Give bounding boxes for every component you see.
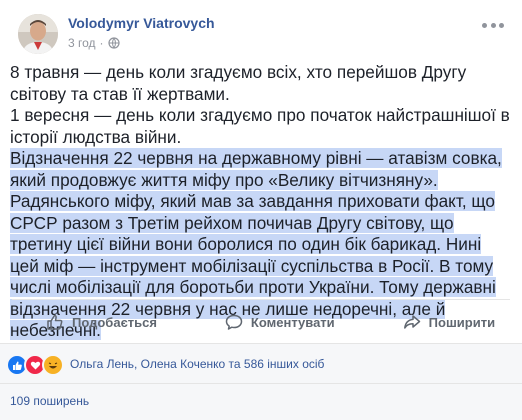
post-meta: 3 год · [68,36,120,50]
post-header: Volodymyr Viatrovych 3 год · [18,14,504,54]
post-timestamp[interactable]: 3 год [68,36,96,50]
facebook-post: Volodymyr Viatrovych 3 год · 8 травня — … [0,0,522,420]
reactions-bar: Ольга Лень, Олена Коченко та 586 інших о… [0,343,522,384]
haha-icon [42,354,64,376]
reactions-summary[interactable]: Ольга Лень, Олена Коченко та 586 інших о… [70,357,324,371]
more-options-icon[interactable] [482,18,504,32]
thumbs-up-icon [47,314,63,330]
post-paragraph-1: 8 травня — день коли згадуємо всіх, хто … [10,62,467,104]
globe-icon [107,37,120,49]
meta-dot: · [99,36,104,50]
like-label: Подобається [72,314,157,330]
share-label: Поширити [428,314,496,330]
like-button[interactable]: Подобається [12,309,191,335]
share-arrow-icon [403,315,420,329]
author-name[interactable]: Volodymyr Viatrovych [68,15,215,31]
reaction-icons[interactable] [6,354,64,376]
share-button[interactable]: Поширити [369,309,522,335]
author-avatar[interactable] [18,14,58,54]
actions-divider [12,299,510,300]
comment-icon [225,314,243,330]
comment-button[interactable]: Коментувати [191,309,369,335]
shares-bar: 109 поширень [0,383,522,420]
action-bar: Подобається Коментувати Поширити [12,307,510,337]
comment-label: Коментувати [250,314,335,330]
shares-count[interactable]: 109 поширень [10,394,89,408]
post-paragraph-2: 1 вересня — день коли згадуємо про почат… [10,105,510,147]
